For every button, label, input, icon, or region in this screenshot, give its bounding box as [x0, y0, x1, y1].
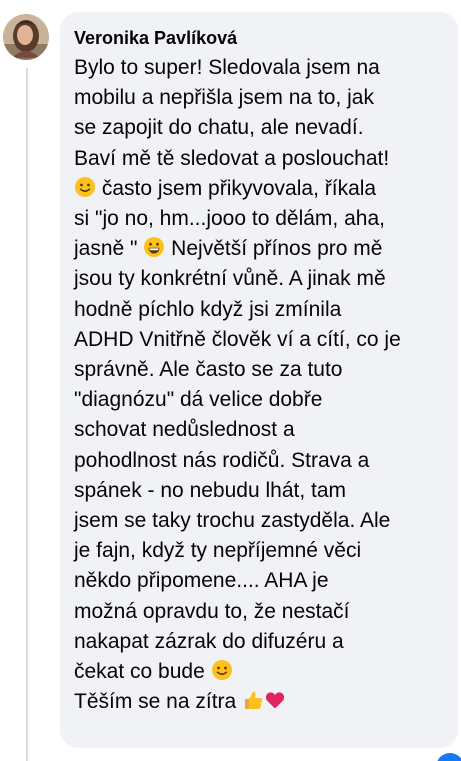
reaction-badge[interactable] [436, 753, 461, 761]
comment-line: jasně " [74, 237, 138, 261]
comment-line: často jsem přikyvovala, říkala [96, 176, 377, 200]
comment-line-with-emoji: čekat co bude [74, 657, 446, 687]
comment-line: je fajn, když ty nepříjemné věci [74, 539, 362, 563]
comment-line: pohodlnost nás rodičů. Strava a [74, 448, 370, 472]
comment-thread: Veronika Pavlíková Bylo to super! Sledov… [0, 0, 461, 761]
comment-line: Těším se na zítra [74, 690, 237, 714]
comment-line: Největší přínos pro mě [165, 237, 383, 261]
comment-line: schovat nedůslednost a [74, 418, 295, 442]
red-heart-icon [264, 689, 286, 711]
reply-thread-line [26, 68, 28, 761]
comment-line: čekat co bude [74, 660, 205, 684]
comment-line: ADHD Vnitřně člověk ví a cítí, co je [74, 327, 401, 351]
comment-line: Baví mě tě sledovat a poslouchat! [74, 146, 390, 170]
comment-text: Bylo to super! Sledovala jsem na mobilu … [74, 53, 446, 717]
comment-line: jsou ty konkrétní vůně. A jinak mě [74, 267, 386, 291]
comment-line-with-emoji: jasně " Největší přínos pro mě [74, 234, 446, 264]
comment-line-with-emoji: Těším se na zítra [74, 687, 446, 717]
slightly-smiling-face-icon [211, 659, 233, 681]
comment-bubble: Veronika Pavlíková Bylo to super! Sledov… [60, 12, 458, 748]
comment-line: se zapojit do chatu, ale nevadí. [74, 116, 364, 140]
comment-line-with-emoji: často jsem přikyvovala, říkala [74, 174, 446, 204]
comment-line: mobilu a nepřišla jsem na to, jak [74, 86, 374, 110]
comment-line: "diagnózu" dá velice dobře [74, 388, 323, 412]
comment-line: hodně píchlo když jsi zmínila [74, 297, 342, 321]
slightly-smiling-face-icon [74, 176, 96, 198]
avatar[interactable] [3, 14, 49, 60]
thumbs-up-icon [242, 689, 264, 711]
comment-line: správně. Ale často se za tuto [74, 358, 343, 382]
comment-line: Bylo to super! Sledovala jsem na [74, 56, 380, 79]
grinning-face-icon [143, 236, 165, 258]
comment-line: jsem se taky trochu zastyděla. Ale [74, 509, 391, 533]
comment-line: si "jo no, hm...jooo to dělám, aha, [74, 207, 385, 231]
comment-line: nakapat zázrak do difuzéru a [74, 629, 344, 653]
comment-line: spánek - no nebudu lhát, tam [74, 478, 347, 502]
comment-line: někdo připomene.... AHA je [74, 569, 329, 593]
comment-line: možná opravdu to, že nestačí [74, 599, 350, 623]
avatar-image [3, 14, 49, 60]
comment-author[interactable]: Veronika Pavlíková [74, 26, 446, 51]
